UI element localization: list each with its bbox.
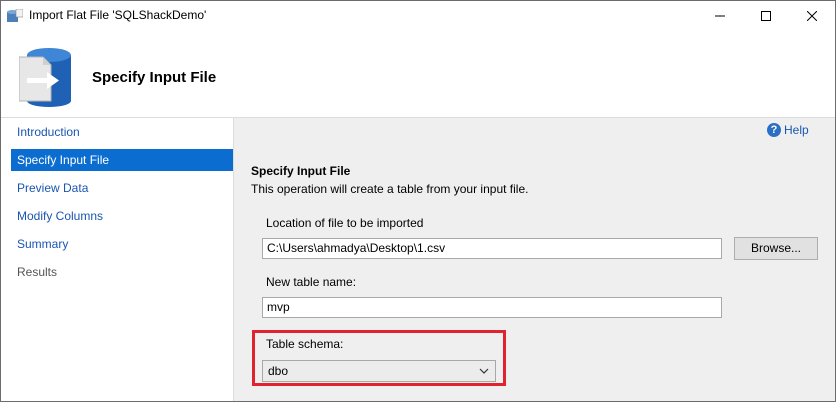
window-title: Import Flat File 'SQLShackDemo' [29, 8, 207, 22]
table-name-label: New table name: [266, 275, 357, 289]
table-schema-label: Table schema: [266, 337, 344, 351]
help-link[interactable]: ? Help [767, 122, 809, 138]
app-icon [7, 9, 23, 22]
help-label: Help [784, 123, 809, 137]
section-description: This operation will create a table from … [251, 182, 529, 196]
minimize-button[interactable] [697, 1, 743, 31]
table-name-input[interactable]: mvp [262, 297, 722, 318]
browse-button[interactable]: Browse... [734, 237, 818, 260]
nav-item-specify-input-file[interactable]: Specify Input File [11, 149, 233, 171]
nav-item-preview-data[interactable]: Preview Data [11, 177, 233, 199]
help-icon: ? [767, 123, 781, 137]
import-file-icon [19, 48, 71, 107]
page-header: Specify Input File [1, 31, 835, 118]
import-flat-file-window: Import Flat File 'SQLShackDemo' Specify … [0, 0, 836, 402]
title-bar: Import Flat File 'SQLShackDemo' [1, 1, 835, 31]
nav-item-modify-columns[interactable]: Modify Columns [11, 205, 233, 227]
chevron-down-icon [479, 368, 489, 374]
maximize-button[interactable] [743, 1, 789, 31]
content-pane: ? Help Specify Input File This operation… [233, 118, 835, 401]
section-title: Specify Input File [251, 164, 351, 178]
page-title: Specify Input File [92, 69, 217, 86]
table-schema-dropdown[interactable]: dbo [262, 360, 496, 382]
file-location-label: Location of file to be imported [266, 216, 424, 230]
maximize-icon [761, 11, 771, 21]
nav-item-introduction[interactable]: Introduction [11, 121, 233, 143]
table-schema-value: dbo [268, 364, 289, 378]
nav-item-results: Results [17, 265, 58, 279]
nav-item-summary[interactable]: Summary [11, 233, 233, 255]
close-icon [807, 11, 817, 21]
file-location-input[interactable]: C:\Users\ahmadya\Desktop\1.csv [262, 238, 722, 259]
wizard-navigation: Introduction Specify Input File Preview … [1, 118, 233, 401]
close-button[interactable] [789, 1, 835, 31]
minimize-icon [715, 15, 725, 17]
